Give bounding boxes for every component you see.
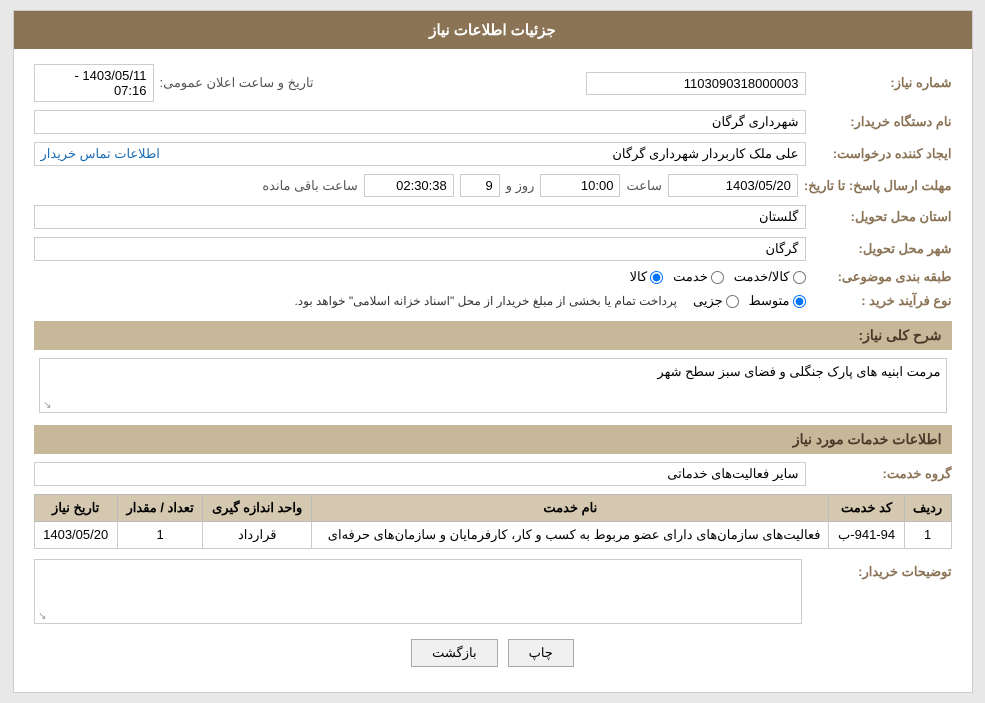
section-services: اطلاعات خدمات مورد نیاز: [34, 425, 952, 454]
label-deadline: مهلت ارسال پاسخ: تا تاریخ:: [804, 178, 952, 194]
cell-code: 941-94-ب: [829, 522, 904, 549]
row-category: طبقه بندی موضوعی: کالا/خدمت خدمت کالا: [34, 269, 952, 285]
print-button[interactable]: چاپ: [508, 639, 574, 667]
label-time: ساعت: [626, 178, 661, 194]
need-desc-container: مرمت ابنیه های پارک جنگلی و فضای سبز سطح…: [34, 358, 952, 413]
radio-khedmat[interactable]: [711, 271, 724, 284]
field-remain: 02:30:38: [364, 174, 454, 197]
label-kala: کالا: [630, 269, 648, 285]
field-buyer-org: شهرداری گرگان: [34, 110, 806, 134]
radio-item-khedmat: خدمت: [673, 269, 724, 285]
th-code: کد خدمت: [829, 495, 904, 522]
need-description-text: مرمت ابنیه های پارک جنگلی و فضای سبز سطح…: [657, 364, 940, 379]
row-creator: ایجاد کننده درخواست: علی ملک کاربردار شه…: [34, 142, 952, 166]
field-need-number: 1103090318000003: [586, 72, 806, 95]
table-header-row: ردیف کد خدمت نام خدمت واحد اندازه گیری ت…: [34, 495, 951, 522]
purchase-type-radio-group: متوسط جزیی: [693, 293, 806, 309]
field-announcement: 1403/05/11 - 07:16: [34, 64, 154, 102]
creator-value: علی ملک کاربردار شهرداری گرگان: [612, 146, 798, 162]
label-jozyi: جزیی: [693, 293, 723, 309]
cell-qty: 1: [117, 522, 202, 549]
field-service-group: سایر فعالیت‌های خدماتی: [34, 462, 806, 486]
radio-item-kala: کالا: [630, 269, 664, 285]
label-buyer-notes: توضیحات خریدار:: [812, 559, 952, 580]
field-days: 9: [460, 174, 500, 197]
label-purchase-type: نوع فرآیند خرید :: [812, 293, 952, 309]
page-header: جزئیات اطلاعات نیاز: [14, 11, 972, 49]
page-title: جزئیات اطلاعات نیاز: [429, 22, 556, 39]
label-service-group: گروه خدمت:: [812, 466, 952, 482]
resize-handle: ↘: [42, 400, 52, 410]
row-buyer-notes: توضیحات خریدار: ↘: [34, 559, 952, 624]
row-purchase-type: نوع فرآیند خرید : متوسط جزیی پرداخت تمام…: [34, 293, 952, 309]
label-category: طبقه بندی موضوعی:: [812, 269, 952, 285]
row-need-number: شماره نیاز: 1103090318000003 تاریخ و ساع…: [34, 64, 952, 102]
radio-item-motavaset: متوسط: [749, 293, 806, 309]
field-deadline-date: 1403/05/20: [668, 174, 798, 197]
content-area: شماره نیاز: 1103090318000003 تاریخ و ساع…: [14, 49, 972, 692]
need-description-box: مرمت ابنیه های پارک جنگلی و فضای سبز سطح…: [39, 358, 947, 413]
label-motavaset: متوسط: [749, 293, 790, 309]
label-kala-khedmat: کالا/خدمت: [734, 269, 790, 285]
cell-name: فعالیت‌های سازمان‌های دارای عضو مربوط به…: [312, 522, 829, 549]
creator-contact-link[interactable]: اطلاعات تماس خریدار: [41, 146, 160, 162]
label-creator: ایجاد کننده درخواست:: [812, 146, 952, 162]
row-province: استان محل تحویل: گلستان: [34, 205, 952, 229]
row-buyer-org: نام دستگاه خریدار: شهرداری گرگان: [34, 110, 952, 134]
cell-row: 1: [904, 522, 951, 549]
th-date: تاریخ نیاز: [34, 495, 117, 522]
radio-item-kala-khedmat: کالا/خدمت: [734, 269, 806, 285]
row-service-group: گروه خدمت: سایر فعالیت‌های خدماتی: [34, 462, 952, 486]
section-need-desc: شرح کلی نیاز:: [34, 321, 952, 350]
category-radio-group: کالا/خدمت خدمت کالا: [630, 269, 806, 285]
label-khedmat: خدمت: [673, 269, 708, 285]
radio-kala-khedmat[interactable]: [793, 271, 806, 284]
th-row: ردیف: [904, 495, 951, 522]
field-city: گرگان: [34, 237, 806, 261]
label-need-number: شماره نیاز:: [812, 75, 952, 91]
radio-motavaset[interactable]: [793, 295, 806, 308]
th-name: نام خدمت: [312, 495, 829, 522]
label-city: شهر محل تحویل:: [812, 241, 952, 257]
label-province: استان محل تحویل:: [812, 209, 952, 225]
back-button[interactable]: بازگشت: [411, 639, 497, 667]
cell-date: 1403/05/20: [34, 522, 117, 549]
table-row: 1 941-94-ب فعالیت‌های سازمان‌های دارای ع…: [34, 522, 951, 549]
radio-item-jozyi: جزیی: [693, 293, 739, 309]
label-buyer-org: نام دستگاه خریدار:: [812, 114, 952, 130]
radio-jozyi[interactable]: [726, 295, 739, 308]
field-province: گلستان: [34, 205, 806, 229]
label-remain: ساعت باقی مانده: [262, 178, 357, 194]
page-container: جزئیات اطلاعات نیاز شماره نیاز: 11030903…: [13, 10, 973, 693]
field-deadline-time: 10:00: [540, 174, 620, 197]
th-unit: واحد اندازه گیری: [203, 495, 312, 522]
label-announcement: تاریخ و ساعت اعلان عمومی:: [160, 75, 314, 91]
resize-handle-notes: ↘: [37, 611, 47, 621]
row-city: شهر محل تحویل: گرگان: [34, 237, 952, 261]
radio-kala[interactable]: [650, 271, 663, 284]
purchase-note: پرداخت تمام یا بخشی از مبلغ خریدار از مح…: [294, 294, 677, 308]
cell-unit: قرارداد: [203, 522, 312, 549]
row-deadline: مهلت ارسال پاسخ: تا تاریخ: 1403/05/20 سا…: [34, 174, 952, 197]
label-days: روز و: [506, 178, 535, 194]
services-table: ردیف کد خدمت نام خدمت واحد اندازه گیری ت…: [34, 494, 952, 549]
th-qty: تعداد / مقدار: [117, 495, 202, 522]
field-creator: علی ملک کاربردار شهرداری گرگان اطلاعات ت…: [34, 142, 806, 166]
buyer-notes-box: ↘: [34, 559, 802, 624]
footer-buttons: چاپ بازگشت: [34, 639, 952, 667]
